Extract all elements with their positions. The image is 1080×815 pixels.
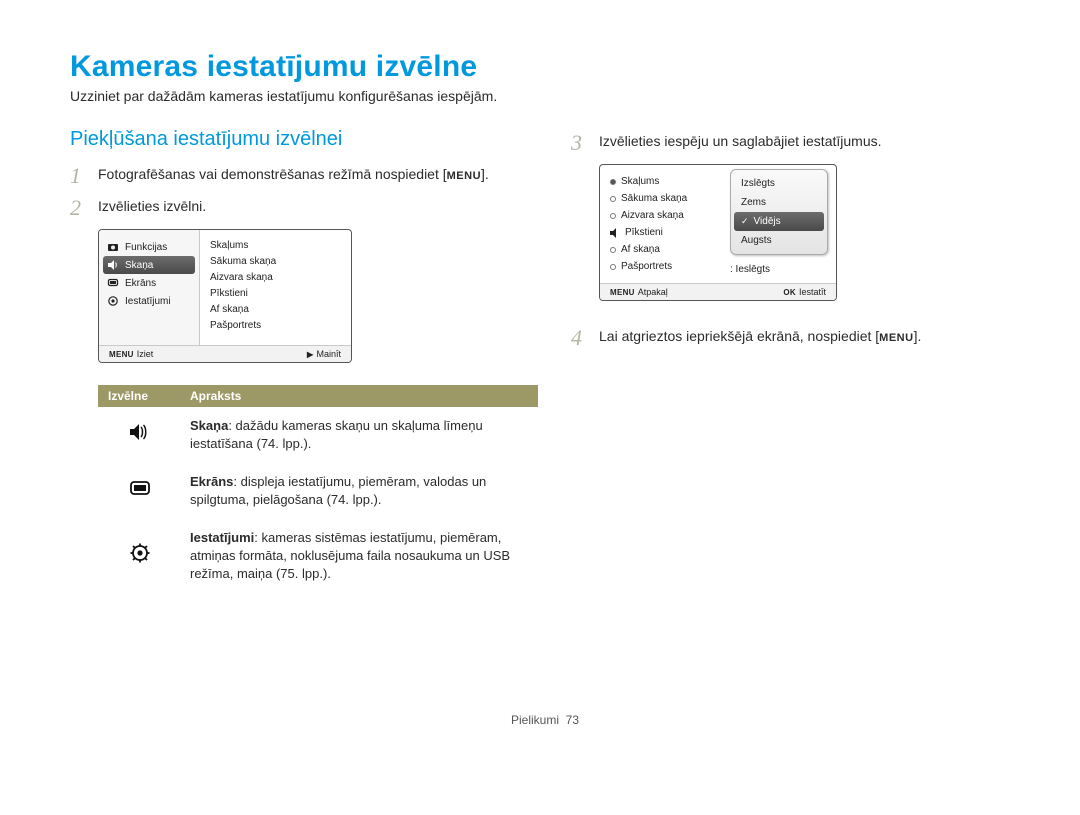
table-header-menu: Izvēlne [98, 385, 180, 407]
camera-submenu-item: Pašportrets [210, 318, 341, 334]
step-number: 4 [571, 327, 589, 349]
table-cell-text: Iestatījumi: kameras sistēmas iestatījum… [190, 530, 510, 581]
footer-key-ok: OK [783, 288, 796, 297]
table-cell-text: Ekrāns: displeja iestatījumu, piemēram, … [190, 474, 486, 507]
footer-label-back: Atpakaļ [638, 287, 668, 297]
table-row: Ekrāns: displeja iestatījumu, piemēram, … [98, 463, 538, 519]
popup-option: Izslēgts [731, 174, 827, 193]
step-number: 3 [571, 132, 589, 154]
list-item: Aizvara skaņa [610, 207, 712, 224]
table-header-desc: Apraksts [180, 385, 538, 407]
step-4-text-b: ]. [914, 328, 922, 344]
list-item: Pīkstieni [610, 224, 712, 241]
list-item-value: : Ieslēgts [720, 262, 770, 275]
footer-key-menu: MENU [610, 288, 635, 297]
footer-section: Pielikumi [511, 713, 559, 727]
table-row: Iestatījumi: kameras sistēmas iestatījum… [98, 519, 538, 593]
page-footer: Pielikumi 73 [70, 713, 1020, 727]
camera-submenu-item: Pīkstieni [210, 286, 341, 302]
camera-option-list: Skaļums Sākuma skaņa Aizvara skaņa Pīkst… [600, 165, 720, 283]
camera-submenu-item: Af skaņa [210, 302, 341, 318]
sound-icon [107, 259, 119, 271]
step-4: 4 Lai atgrieztos iepriekšējā ekrānā, nos… [571, 327, 1020, 349]
list-item: Af skaņa [610, 241, 712, 258]
popup-option: Zems [731, 193, 827, 212]
camera-icon [107, 241, 119, 253]
camera-menu-item-ekrans: Ekrāns [99, 274, 199, 292]
volume-popup: Izslēgts Zems Vidējs Augsts [730, 169, 828, 255]
step-2-text: Izvēlieties izvēlni. [98, 197, 206, 217]
footer-label-exit: Iziet [137, 349, 154, 359]
step-1-text-a: Fotografēšanas vai demonstrēšanas režīmā… [98, 166, 447, 182]
table-cell-text: Skaņa: dažādu kameras skaņu un skaļuma l… [190, 418, 483, 451]
camera-menu-item-iestatijumi: Iestatījumi [99, 292, 199, 310]
step-1-text-b: ]. [481, 166, 489, 182]
popup-option: Augsts [731, 231, 827, 250]
camera-submenu-item: Skaļums [210, 238, 341, 254]
table-row: Skaņa: dažādu kameras skaņu un skaļuma l… [98, 407, 538, 463]
step-3: 3 Izvēlieties iespēju un saglabājiet ies… [571, 132, 1020, 154]
popup-option-selected: Vidējs [734, 212, 824, 231]
camera-menu-item-label: Funkcijas [125, 242, 167, 253]
sound-icon [98, 407, 180, 463]
page-title: Kameras iestatījumu izvēlne [70, 50, 1020, 84]
camera-menu-item-label: Skaņa [125, 260, 153, 271]
step-4-text-a: Lai atgrieztos iepriekšējā ekrānā, nospi… [599, 328, 879, 344]
step-2: 2 Izvēlieties izvēlni. [70, 197, 519, 219]
camera-option-screenshot: Skaļums Sākuma skaņa Aizvara skaņa Pīkst… [599, 164, 837, 301]
camera-menu-item-label: Iestatījumi [125, 296, 171, 307]
gear-icon [98, 519, 180, 593]
camera-menu-footer: MENUIziet ▶Mainīt [99, 345, 351, 362]
camera-menu-left-panel: Funkcijas Skaņa Ekrāns [99, 230, 200, 345]
camera-menu-item-label: Ekrāns [125, 278, 156, 289]
footer-page-number: 73 [566, 713, 579, 727]
menu-key: MENU [447, 170, 481, 182]
menu-description-table: Izvēlne Apraksts Skaņa: dažādu kameras s… [98, 385, 538, 593]
screen-icon [98, 463, 180, 519]
camera-menu-item-skana: Skaņa [103, 256, 195, 274]
camera-submenu-item: Aizvara skaņa [210, 270, 341, 286]
menu-key: MENU [879, 332, 913, 344]
step-number: 2 [70, 197, 88, 219]
camera-menu-screenshot: Funkcijas Skaņa Ekrāns [98, 229, 352, 363]
footer-label-set: Iestatīt [799, 287, 826, 297]
camera-submenu-item: Sākuma skaņa [210, 254, 341, 270]
footer-label-change: Mainīt [316, 349, 341, 359]
gear-icon [107, 295, 119, 307]
footer-key-menu: MENU [109, 350, 134, 359]
section-heading: Piekļūšana iestatījumu izvēlnei [70, 128, 519, 151]
list-item: Pašportrets [610, 258, 712, 275]
camera-menu-right-panel: Skaļums Sākuma skaņa Aizvara skaņa Pīkst… [200, 230, 351, 345]
sound-icon [610, 228, 620, 238]
page-intro: Uzziniet par dažādām kameras iestatījumu… [70, 88, 1020, 104]
step-3-text: Izvēlieties iespēju un saglabājiet iesta… [599, 132, 882, 152]
camera-option-footer: MENUAtpakaļ OKIestatīt [600, 283, 836, 300]
footer-key-right: ▶ [307, 350, 313, 359]
step-1: 1 Fotografēšanas vai demonstrēšanas režī… [70, 165, 519, 187]
list-item: Skaļums [610, 173, 712, 190]
step-number: 1 [70, 165, 88, 187]
screen-icon [107, 277, 119, 289]
list-item: Sākuma skaņa [610, 190, 712, 207]
camera-menu-item-funkcijas: Funkcijas [99, 238, 199, 256]
